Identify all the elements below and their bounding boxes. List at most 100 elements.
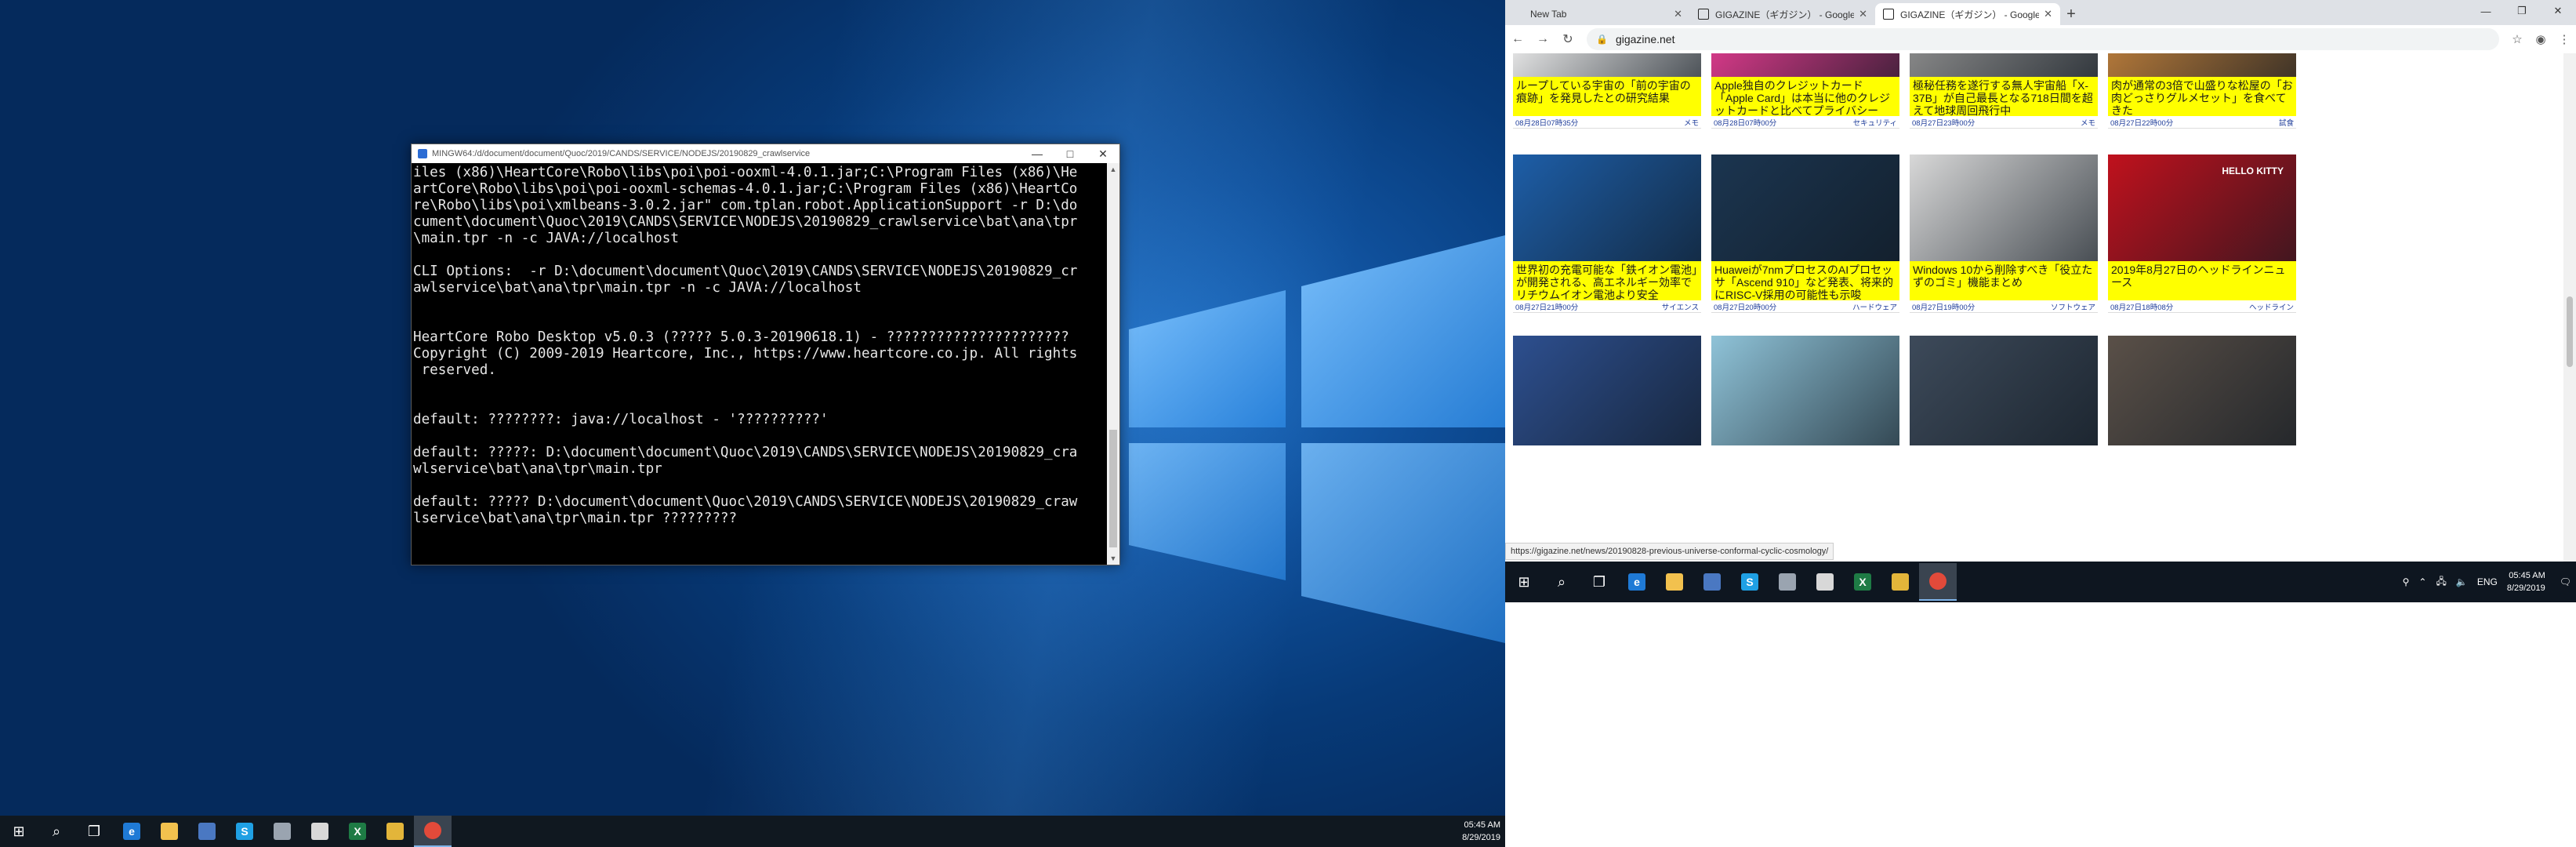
search-icon[interactable]: ⌕ bbox=[38, 816, 75, 847]
network-icon[interactable]: 🖧 bbox=[2431, 574, 2451, 591]
tool-icon[interactable] bbox=[376, 816, 414, 847]
article-thumbnail[interactable] bbox=[1513, 53, 1701, 77]
lock-icon[interactable]: 🔒 bbox=[1596, 34, 1608, 45]
page-scroll-thumb[interactable] bbox=[2567, 296, 2573, 367]
maximize-button[interactable]: □ bbox=[1054, 147, 1087, 160]
scroll-up-arrow-icon[interactable]: ▲ bbox=[1107, 163, 1119, 176]
language-indicator[interactable]: ENG bbox=[2473, 576, 2502, 587]
address-bar[interactable]: 🔒 gigazine.net bbox=[1587, 28, 2499, 50]
app-icon[interactable] bbox=[1693, 563, 1731, 601]
chrome-icon[interactable] bbox=[1919, 563, 1957, 601]
excel-icon[interactable]: X bbox=[339, 816, 376, 847]
edge-icon[interactable]: e bbox=[113, 816, 151, 847]
article-thumbnail[interactable] bbox=[1910, 154, 2098, 261]
tool-icon[interactable] bbox=[1881, 563, 1919, 601]
article-thumbnail[interactable] bbox=[2108, 336, 2296, 445]
article-title[interactable]: ループしている宇宙の「前の宇宙の痕跡」を発見したとの研究結果 bbox=[1513, 77, 1701, 116]
right-clock[interactable]: 05:45 AM 8/29/2019 bbox=[2502, 569, 2555, 594]
terminal-titlebar[interactable]: MINGW64:/d/document/document/Quoc/2019/C… bbox=[412, 144, 1119, 163]
article-category[interactable]: メモ bbox=[1684, 117, 1699, 128]
article-category[interactable]: ハードウェア bbox=[1852, 301, 1897, 312]
terminal-output[interactable]: iles (x86)\HeartCore\Robo\libs\poi\poi-o… bbox=[413, 165, 1105, 563]
notification-icon[interactable]: 🗨 bbox=[2555, 576, 2576, 587]
excel-icon[interactable]: X bbox=[1844, 563, 1881, 601]
article-card[interactable]: Apple独自のクレジットカード「Apple Card」は本当に他のクレジットカ… bbox=[1711, 53, 1899, 129]
start-icon[interactable]: ⊞ bbox=[0, 816, 38, 847]
start-icon[interactable]: ⊞ bbox=[1505, 563, 1543, 601]
page-scrollbar[interactable] bbox=[2563, 53, 2576, 562]
article-title[interactable]: 極秘任務を遂行する無人宇宙船「X-37B」が自己最長となる718日間を超えて地球… bbox=[1910, 77, 2098, 116]
scroll-down-arrow-icon[interactable]: ▼ bbox=[1107, 552, 1119, 565]
article-card[interactable] bbox=[1910, 336, 2098, 445]
close-button[interactable]: ✕ bbox=[2540, 0, 2576, 22]
back-icon[interactable]: ← bbox=[1505, 32, 1530, 46]
article-category[interactable]: セキュリティ bbox=[1853, 117, 1897, 128]
chevron-up-icon[interactable]: ⌃ bbox=[2414, 576, 2431, 587]
article-title[interactable]: 2019年8月27日のヘッドラインニュース bbox=[2108, 261, 2296, 300]
article-thumbnail[interactable] bbox=[1711, 336, 1899, 445]
page-viewport[interactable]: ループしている宇宙の「前の宇宙の痕跡」を発見したとの研究結果 08月28日07時3… bbox=[1505, 53, 2563, 562]
tab-close-icon[interactable]: ✕ bbox=[2044, 8, 2052, 20]
article-thumbnail[interactable] bbox=[1910, 336, 2098, 445]
menu-icon[interactable]: ⋮ bbox=[2552, 32, 2576, 46]
article-card[interactable] bbox=[1513, 336, 1701, 445]
app2-icon[interactable] bbox=[263, 816, 301, 847]
article-card[interactable]: Huaweiが7nmプロセスのAIプロセッサ「Ascend 910」など発表、将… bbox=[1711, 154, 1899, 313]
article-title[interactable]: 肉が通常の3倍で山盛りな松屋の「お肉どっさりグルメセット」を食べてきた bbox=[2108, 77, 2296, 116]
article-thumbnail[interactable] bbox=[2108, 53, 2296, 77]
task-view-icon[interactable]: ❐ bbox=[1580, 563, 1618, 601]
edge-icon[interactable]: e bbox=[1618, 563, 1656, 601]
file-explorer-icon[interactable] bbox=[1656, 563, 1693, 601]
article-card[interactable] bbox=[2108, 336, 2296, 445]
bookmark-star-icon[interactable]: ☆ bbox=[2505, 32, 2529, 46]
browser-tab[interactable]: GIGAZINE（ギガジン） - Google ... ✕ bbox=[1875, 3, 2060, 25]
minimize-button[interactable]: — bbox=[1021, 147, 1054, 160]
profile-icon[interactable]: ◉ bbox=[2529, 32, 2552, 46]
search-icon[interactable]: ⌕ bbox=[1543, 563, 1580, 601]
file-explorer-icon[interactable] bbox=[151, 816, 188, 847]
minimize-button[interactable]: — bbox=[2468, 0, 2504, 22]
browser-tab[interactable]: New Tab ✕ bbox=[1505, 3, 1690, 25]
article-card[interactable] bbox=[1711, 336, 1899, 445]
task-view-icon[interactable]: ❐ bbox=[75, 816, 113, 847]
browser-tab[interactable]: GIGAZINE（ギガジン） - Google ... ✕ bbox=[1690, 3, 1875, 25]
article-thumbnail[interactable] bbox=[1910, 53, 2098, 77]
article-card[interactable]: 世界初の充電可能な「鉄イオン電池」が開発される、高エネルギー効率でリチウムイオン… bbox=[1513, 154, 1701, 313]
article-category[interactable]: ヘッドライン bbox=[2249, 301, 2294, 312]
scroll-thumb[interactable] bbox=[1109, 430, 1117, 547]
article-category[interactable]: ソフトウェア bbox=[2051, 301, 2095, 312]
article-card[interactable]: 極秘任務を遂行する無人宇宙船「X-37B」が自己最長となる718日間を超えて地球… bbox=[1910, 53, 2098, 129]
forward-icon[interactable]: → bbox=[1530, 32, 1555, 46]
article-title[interactable]: Windows 10から削除すべき「役立たずのゴミ」機能まとめ bbox=[1910, 261, 2098, 300]
notepad-icon[interactable] bbox=[1806, 563, 1844, 601]
article-card[interactable]: HELLO KITTY 2019年8月27日のヘッドラインニュース 08月27日18… bbox=[2108, 154, 2296, 313]
article-title[interactable]: Apple独自のクレジットカード「Apple Card」は本当に他のクレジットカ… bbox=[1711, 77, 1899, 116]
notepad-icon[interactable] bbox=[301, 816, 339, 847]
tab-close-icon[interactable]: ✕ bbox=[1674, 8, 1682, 20]
article-card[interactable]: Windows 10から削除すべき「役立たずのゴミ」機能まとめ 08月27日19時… bbox=[1910, 154, 2098, 313]
article-thumbnail[interactable] bbox=[1513, 154, 1701, 261]
terminal-scrollbar[interactable]: ▲ ▼ bbox=[1107, 163, 1119, 565]
app2-icon[interactable] bbox=[1769, 563, 1806, 601]
article-card[interactable]: ループしている宇宙の「前の宇宙の痕跡」を発見したとの研究結果 08月28日07時3… bbox=[1513, 53, 1701, 129]
close-button[interactable]: ✕ bbox=[1087, 147, 1119, 161]
article-title[interactable]: 世界初の充電可能な「鉄イオン電池」が開発される、高エネルギー効率でリチウムイオン… bbox=[1513, 261, 1701, 300]
article-thumbnail[interactable]: HELLO KITTY bbox=[2108, 154, 2296, 261]
article-title[interactable]: Huaweiが7nmプロセスのAIプロセッサ「Ascend 910」など発表、将… bbox=[1711, 261, 1899, 300]
article-thumbnail[interactable] bbox=[1711, 154, 1899, 261]
restore-button[interactable]: ❐ bbox=[2504, 0, 2540, 22]
volume-icon[interactable]: 🔈 bbox=[2451, 576, 2473, 587]
app-icon[interactable] bbox=[188, 816, 226, 847]
article-thumbnail[interactable] bbox=[1711, 53, 1899, 77]
article-category[interactable]: サイエンス bbox=[1662, 301, 1699, 312]
article-category[interactable]: 試食 bbox=[2279, 117, 2294, 128]
article-thumbnail[interactable] bbox=[1513, 336, 1701, 445]
tab-close-icon[interactable]: ✕ bbox=[1859, 8, 1867, 20]
new-tab-button[interactable]: + bbox=[2060, 3, 2082, 25]
terminal-window[interactable]: MINGW64:/d/document/document/Quoc/2019/C… bbox=[411, 144, 1120, 565]
reload-icon[interactable]: ↻ bbox=[1555, 31, 1580, 47]
chrome-icon[interactable] bbox=[414, 816, 452, 847]
article-category[interactable]: メモ bbox=[2081, 117, 2095, 128]
left-clock[interactable]: 05:45 AM 8/29/2019 bbox=[1462, 819, 1500, 844]
person-icon[interactable]: ⚲ bbox=[2398, 576, 2415, 587]
